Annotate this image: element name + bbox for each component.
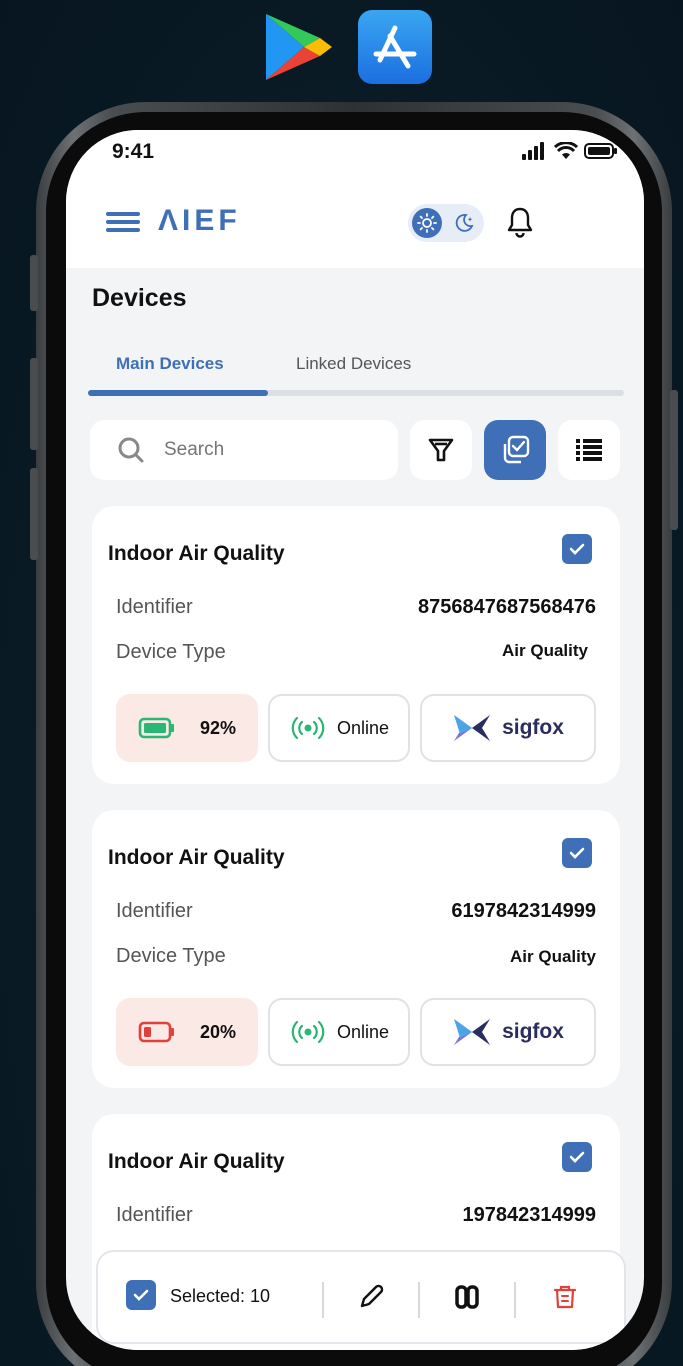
sun-icon[interactable] xyxy=(412,208,442,238)
device-title: Indoor Air Quality xyxy=(108,542,285,565)
battery-status-icon xyxy=(584,143,617,159)
tab-main-devices[interactable]: Main Devices xyxy=(116,354,224,374)
battery-badge: 20% xyxy=(116,998,258,1066)
device-card[interactable]: Indoor Air Quality Identifier 6197842314… xyxy=(92,810,620,1088)
battery-badge: 92% xyxy=(116,694,258,762)
pause-icon[interactable] xyxy=(450,1280,484,1314)
device-checkbox[interactable] xyxy=(562,534,592,564)
status-text: Online xyxy=(336,1021,390,1042)
sigfox-logo-icon xyxy=(454,715,491,741)
divider xyxy=(418,1282,420,1318)
battery-full-icon xyxy=(138,717,174,739)
select-all-checkbox[interactable] xyxy=(126,1280,156,1310)
edit-pencil-icon[interactable] xyxy=(354,1280,388,1314)
app-header: 9:41 ΛIEF xyxy=(66,130,644,268)
identifier-value: 8756847687568476 xyxy=(418,596,596,618)
moon-icon[interactable] xyxy=(450,209,478,237)
volume-up-button xyxy=(30,358,38,450)
theme-toggle[interactable] xyxy=(408,204,484,242)
identifier-label: Identifier xyxy=(116,900,193,922)
identifier-label: Identifier xyxy=(116,1204,193,1226)
hamburger-menu-icon[interactable] xyxy=(106,212,142,239)
signal-broadcast-icon xyxy=(291,716,325,740)
status-text: Online xyxy=(336,717,390,738)
device-type-value: Air Quality xyxy=(502,641,588,660)
identifier-label: Identifier xyxy=(116,596,193,618)
device-checkbox[interactable] xyxy=(562,1142,592,1172)
divider xyxy=(322,1282,324,1318)
device-type-label: Device Type xyxy=(116,945,226,967)
network-text: sigfox xyxy=(502,1020,564,1043)
status-icons xyxy=(522,142,618,160)
phone-screen: 9:41 ΛIEF Devices Main Devices Linked De… xyxy=(66,130,644,1350)
page-title: Devices xyxy=(92,284,187,312)
wifi-icon xyxy=(554,142,578,159)
battery-value: 20% xyxy=(199,1021,237,1042)
check-icon xyxy=(133,1289,149,1301)
signal-icon xyxy=(522,142,544,160)
sigfox-logo-icon xyxy=(454,1019,491,1045)
search-icon xyxy=(118,437,144,463)
device-type-value: Air Quality xyxy=(510,947,596,966)
list-icon xyxy=(576,439,602,461)
tab-linked-devices[interactable]: Linked Devices xyxy=(296,354,411,374)
selection-action-bar: Selected: 10 xyxy=(96,1250,626,1344)
mute-switch xyxy=(30,255,38,311)
trash-icon[interactable] xyxy=(548,1280,582,1314)
filter-icon xyxy=(428,438,454,462)
device-type-label: Device Type xyxy=(116,641,226,663)
bell-icon[interactable] xyxy=(506,206,534,243)
network-text: sigfox xyxy=(502,716,564,739)
google-play-icon[interactable] xyxy=(262,10,336,84)
multi-select-button[interactable] xyxy=(484,420,546,480)
check-icon xyxy=(569,847,585,859)
app-store-icon[interactable] xyxy=(358,10,432,84)
status-time: 9:41 xyxy=(112,140,155,163)
search-input[interactable] xyxy=(164,439,364,461)
search-box[interactable] xyxy=(90,420,398,480)
device-title: Indoor Air Quality xyxy=(108,846,285,869)
status-badge: Online xyxy=(268,694,410,762)
network-badge: sigfox xyxy=(420,694,596,762)
list-view-button[interactable] xyxy=(558,420,620,480)
battery-low-icon xyxy=(138,1021,174,1043)
select-all-icon xyxy=(503,435,530,464)
divider xyxy=(514,1282,516,1318)
battery-value: 92% xyxy=(199,717,237,738)
filter-button[interactable] xyxy=(410,420,472,480)
volume-down-button xyxy=(30,468,38,560)
app-logo: ΛIEF xyxy=(158,204,241,237)
power-button xyxy=(670,390,678,530)
status-badge: Online xyxy=(268,998,410,1066)
tab-indicator xyxy=(88,390,268,396)
identifier-value: 197842314999 xyxy=(462,1204,596,1226)
network-badge: sigfox xyxy=(420,998,596,1066)
device-title: Indoor Air Quality xyxy=(108,1150,285,1173)
device-checkbox[interactable] xyxy=(562,838,592,868)
selected-count: Selected: 10 xyxy=(170,1286,271,1306)
device-card[interactable]: Indoor Air Quality Identifier 8756847687… xyxy=(92,506,620,784)
signal-broadcast-icon xyxy=(291,1020,325,1044)
check-icon xyxy=(569,1151,585,1163)
identifier-value: 6197842314999 xyxy=(451,900,596,922)
check-icon xyxy=(569,543,585,555)
